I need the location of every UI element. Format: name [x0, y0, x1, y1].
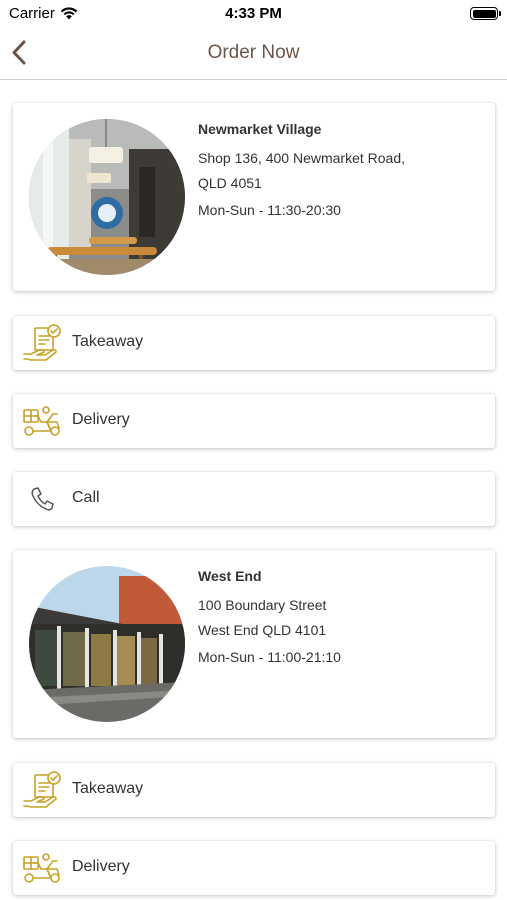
store-card-newmarket: Newmarket Village Shop 136, 400 Newmarke… [13, 103, 495, 291]
status-bar: Carrier 4:33 PM [0, 0, 507, 28]
takeaway-button[interactable]: Takeaway [13, 316, 495, 370]
call-label: Call [72, 489, 100, 506]
store-photo [29, 119, 185, 275]
store-address-line1: 100 Boundary Street [198, 597, 327, 613]
call-button[interactable]: Call [13, 472, 495, 526]
battery-icon [470, 7, 501, 20]
store-list: Newmarket Village Shop 136, 400 Newmarke… [0, 80, 507, 900]
store-info: Newmarket Village Shop 136, 400 Newmarke… [198, 121, 485, 223]
store-info: West End 100 Boundary Street West End QL… [198, 568, 485, 670]
store-address-line1: Shop 136, 400 Newmarket Road, [198, 150, 406, 166]
delivery-label: Delivery [72, 411, 130, 428]
delivery-scooter-icon [23, 406, 60, 436]
store-card-west-end: West End 100 Boundary Street West End QL… [13, 550, 495, 738]
store-hours: Mon-Sun - 11:30-20:30 [198, 202, 341, 218]
store-address-line2: West End QLD 4101 [198, 622, 327, 638]
store-name: Newmarket Village [198, 121, 322, 137]
takeaway-icon [23, 324, 61, 361]
store-name: West End [198, 568, 262, 584]
delivery-button[interactable]: Delivery [13, 394, 495, 448]
takeaway-button[interactable]: Takeaway [13, 763, 495, 817]
store-photo [29, 566, 185, 722]
store-address-line2: QLD 4051 [198, 175, 262, 191]
takeaway-icon [23, 771, 61, 808]
takeaway-label: Takeaway [72, 780, 144, 797]
delivery-scooter-icon [23, 853, 60, 883]
nav-bar: Order Now [0, 28, 507, 80]
delivery-label: Delivery [72, 858, 130, 875]
page-title: Order Now [207, 42, 300, 63]
takeaway-label: Takeaway [72, 333, 144, 350]
phone-icon [31, 487, 54, 511]
store-hours: Mon-Sun - 11:00-21:10 [198, 649, 341, 665]
delivery-button[interactable]: Delivery [13, 841, 495, 895]
status-time: 4:33 PM [225, 5, 282, 22]
